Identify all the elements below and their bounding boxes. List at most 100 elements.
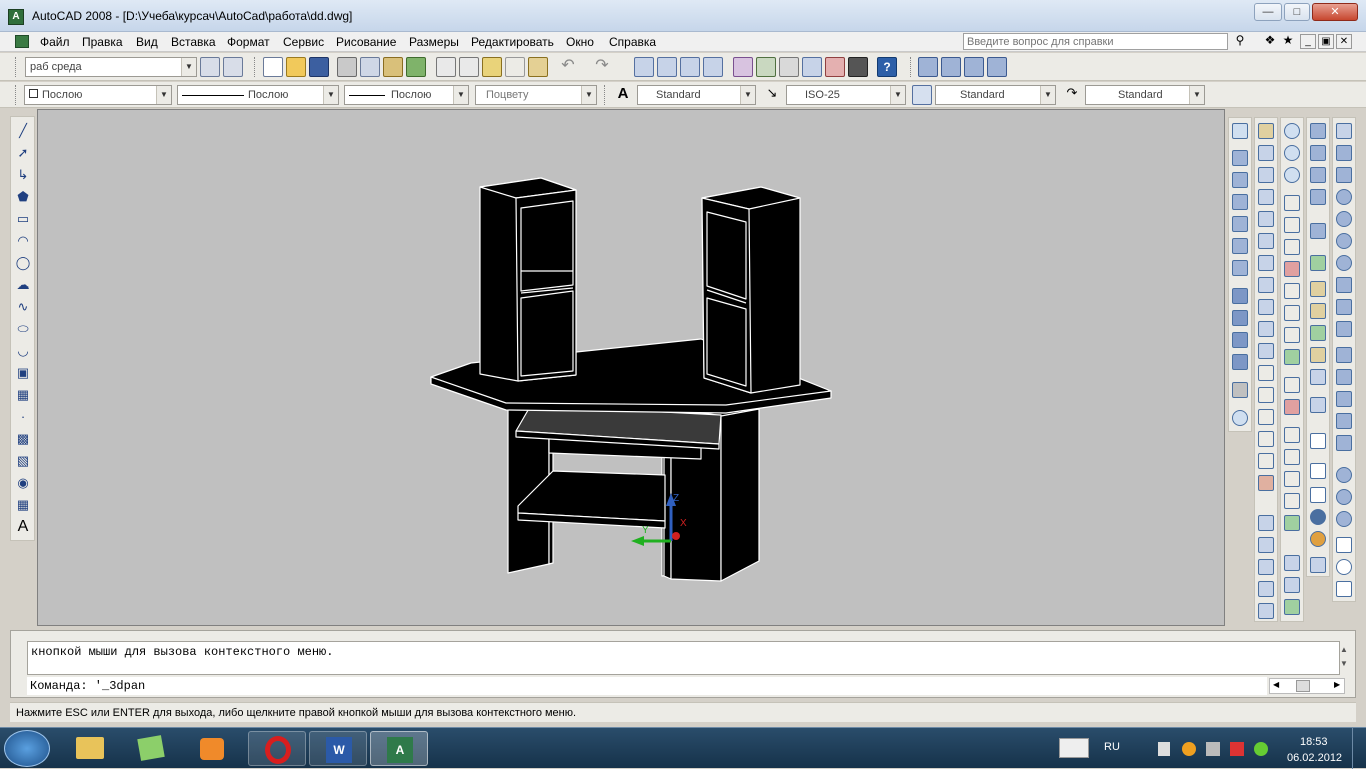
word-app[interactable]: W — [309, 731, 367, 766]
new-file-icon[interactable] — [263, 57, 283, 77]
paste-icon[interactable] — [482, 57, 502, 77]
render-preset-icon[interactable] — [1336, 467, 1352, 483]
sphere-icon[interactable] — [1310, 223, 1326, 239]
front-view-icon[interactable] — [1232, 238, 1248, 254]
notification-icon[interactable] — [1182, 742, 1196, 756]
pan-realtime-icon[interactable] — [1258, 515, 1274, 531]
delete-faces-icon[interactable] — [1284, 261, 1300, 277]
doc-close-button[interactable]: ✕ — [1336, 34, 1352, 49]
command-line-input[interactable]: Команда: '_3dpan — [27, 677, 1267, 695]
notes-app[interactable] — [122, 731, 180, 766]
favorites-icon[interactable]: ★ — [1280, 33, 1296, 50]
start-button[interactable] — [4, 730, 50, 767]
copy-edges-icon[interactable] — [1284, 377, 1300, 393]
erase-icon[interactable] — [1258, 123, 1274, 139]
viewport-single-icon[interactable] — [941, 57, 961, 77]
clock-time[interactable]: 18:53 — [1300, 736, 1328, 748]
sweep-icon[interactable] — [1310, 325, 1326, 341]
shell-icon[interactable] — [1284, 493, 1300, 509]
antivirus-icon[interactable] — [1254, 742, 1268, 756]
3d-rotate-icon[interactable] — [1284, 577, 1300, 593]
help-icon[interactable]: ? — [877, 57, 897, 77]
match-properties-icon[interactable] — [505, 57, 525, 77]
subtract-icon[interactable] — [1284, 145, 1300, 161]
line-icon[interactable]: ╱ — [13, 121, 33, 140]
rotate-faces-icon[interactable] — [1284, 283, 1300, 299]
pan-icon[interactable] — [634, 57, 654, 77]
chamfer-icon[interactable] — [1258, 431, 1274, 447]
loft-icon[interactable] — [1310, 369, 1326, 385]
chevron-down-icon[interactable]: ▼ — [581, 86, 596, 104]
ellipse-arc-icon[interactable]: ◡ — [13, 341, 33, 360]
3d-dwf-icon[interactable] — [406, 57, 426, 77]
revolve-icon[interactable] — [1310, 347, 1326, 363]
extend-icon[interactable] — [1258, 343, 1274, 359]
move-faces-icon[interactable] — [1284, 217, 1300, 233]
move-icon[interactable] — [1258, 233, 1274, 249]
save-icon[interactable] — [309, 57, 329, 77]
menu-insert[interactable]: Вставка — [171, 35, 216, 49]
flatshot-icon[interactable] — [1310, 463, 1326, 479]
chevron-down-icon[interactable]: ▼ — [453, 86, 468, 104]
extrude-icon[interactable] — [1310, 281, 1326, 297]
chevron-down-icon[interactable]: ▼ — [1040, 86, 1055, 104]
open-file-icon[interactable] — [286, 57, 306, 77]
clock-date[interactable]: 06.02.2012 — [1287, 752, 1342, 764]
union-icon[interactable] — [1284, 123, 1300, 139]
offset-icon[interactable] — [1258, 189, 1274, 205]
explorer-app[interactable] — [61, 731, 119, 766]
plot-icon[interactable] — [337, 57, 357, 77]
undo-icon[interactable]: ↶ — [558, 57, 578, 77]
polyline-icon[interactable]: ↳ — [13, 165, 33, 184]
scrollbar-thumb[interactable] — [1296, 680, 1310, 692]
color-edges-icon[interactable] — [1284, 399, 1300, 415]
sun-icon[interactable] — [1336, 537, 1352, 553]
autocad-logo-icon[interactable]: A — [8, 9, 24, 25]
menu-file[interactable]: Файл — [40, 35, 70, 49]
copy-icon[interactable] — [459, 57, 479, 77]
chevron-down-icon[interactable]: ▼ — [890, 86, 905, 104]
table-style-icon[interactable] — [912, 85, 932, 105]
chevron-down-icon[interactable]: ▼ — [323, 86, 338, 104]
left-view-icon[interactable] — [1232, 194, 1248, 210]
section-plane-icon[interactable] — [1310, 433, 1326, 449]
render-settings-icon[interactable] — [1336, 489, 1352, 505]
tool-palettes-icon[interactable] — [779, 57, 799, 77]
menu-tools[interactable]: Сервис — [283, 35, 324, 49]
design-center-icon[interactable] — [756, 57, 776, 77]
sheet-set-icon[interactable] — [802, 57, 822, 77]
chevron-down-icon[interactable]: ▼ — [156, 86, 171, 104]
rotate-icon[interactable] — [1258, 255, 1274, 271]
viewport-polygonal-icon[interactable] — [964, 57, 984, 77]
copy-faces-icon[interactable] — [1284, 327, 1300, 343]
menu-dimension[interactable]: Размеры — [409, 35, 459, 49]
communication-center-icon[interactable]: ❖ — [1262, 33, 1278, 50]
slice-icon[interactable] — [1310, 397, 1326, 413]
pen-input-icon[interactable] — [1059, 738, 1089, 758]
3d-orbit-icon[interactable] — [1258, 559, 1274, 575]
mirror-icon[interactable] — [1258, 167, 1274, 183]
language-indicator[interactable]: RU — [1104, 741, 1120, 753]
redo-icon[interactable]: ↷ — [592, 57, 612, 77]
top-view-icon[interactable] — [1232, 150, 1248, 166]
command-scrollbar[interactable]: ▲ ▼ — [1338, 643, 1350, 675]
linetype-combo[interactable]: Послою ▼ — [177, 85, 339, 105]
viewport-object-icon[interactable] — [987, 57, 1007, 77]
spline-icon[interactable]: ∿ — [13, 297, 33, 316]
3d-mesh-icon[interactable] — [1336, 369, 1352, 385]
edge-icon[interactable] — [1336, 347, 1352, 363]
array-icon[interactable] — [1258, 211, 1274, 227]
dim-style-icon[interactable]: ↘ — [762, 85, 782, 105]
rectangle-icon[interactable]: ▭ — [13, 209, 33, 228]
polygon-icon[interactable]: ⬟ — [13, 187, 33, 206]
presspull-icon[interactable] — [1310, 303, 1326, 319]
plotstyle-combo[interactable]: Поцвету ▼ — [475, 85, 597, 105]
cylinder-solid-icon[interactable] — [1336, 145, 1352, 161]
explode-icon[interactable] — [1258, 475, 1274, 491]
break-at-point-icon[interactable] — [1258, 365, 1274, 381]
text-style-icon[interactable]: A — [613, 85, 633, 105]
clean-icon[interactable] — [1284, 449, 1300, 465]
wedge-icon[interactable] — [1310, 167, 1326, 183]
gradient-icon[interactable]: ▧ — [13, 451, 33, 470]
block-editor-icon[interactable] — [528, 57, 548, 77]
